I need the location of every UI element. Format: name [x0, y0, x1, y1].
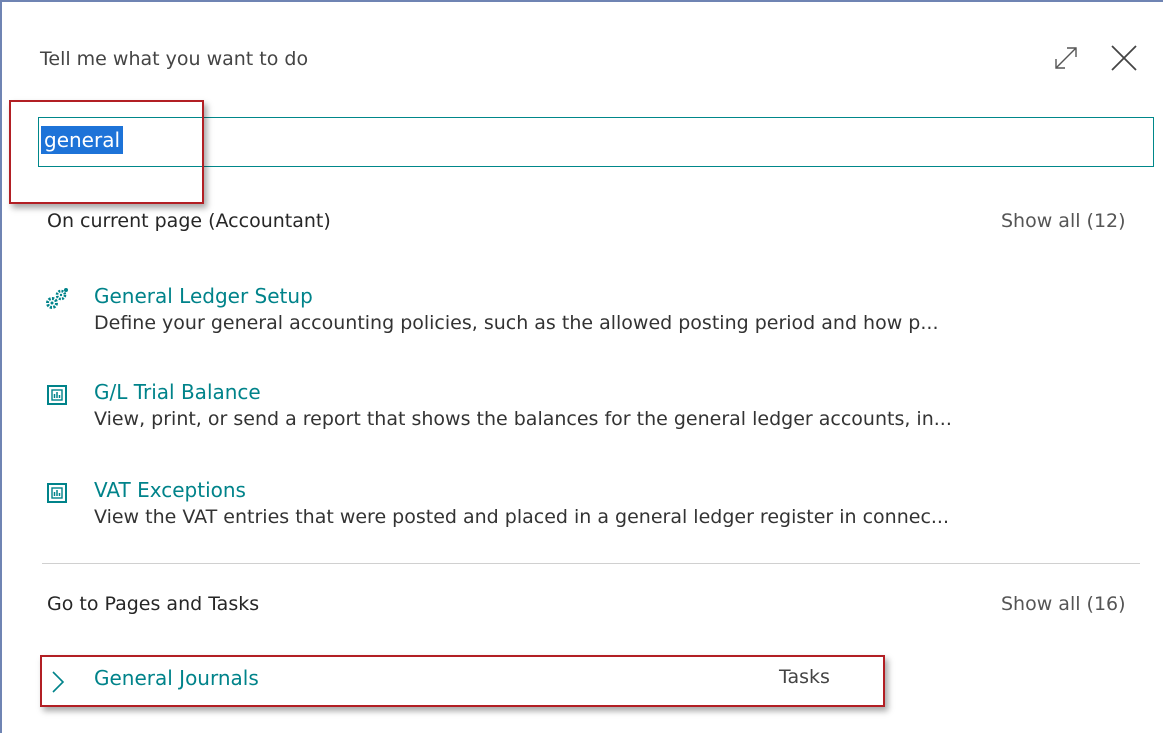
- expand-icon[interactable]: [1052, 44, 1080, 72]
- result-description: View, print, or send a report that shows…: [94, 408, 952, 430]
- section-title-current-page: On current page (Accountant): [47, 210, 331, 232]
- panel-title: Tell me what you want to do: [40, 48, 309, 70]
- task-row-general-journals[interactable]: General Journals Tasks: [44, 664, 874, 698]
- search-box[interactable]: general: [38, 117, 1154, 167]
- gear-cluster-icon: [46, 288, 68, 309]
- result-title[interactable]: VAT Exceptions: [94, 478, 246, 502]
- search-input[interactable]: general: [41, 126, 124, 154]
- close-icon[interactable]: [1108, 42, 1140, 74]
- show-all-current-page-link[interactable]: Show all (12): [1001, 210, 1126, 232]
- task-title[interactable]: General Journals: [94, 666, 259, 690]
- result-description: View the VAT entries that were posted an…: [94, 506, 950, 528]
- window-border-left: [0, 0, 2, 733]
- section-divider: [42, 563, 1140, 564]
- window-border-top: [0, 0, 1163, 2]
- result-description: Define your general accounting policies,…: [94, 312, 939, 334]
- chevron-right-icon[interactable]: [50, 670, 66, 694]
- report-icon: [47, 483, 67, 503]
- task-category: Tasks: [779, 666, 830, 688]
- section-title-pages-tasks: Go to Pages and Tasks: [47, 593, 260, 615]
- report-icon: [47, 385, 67, 405]
- result-title[interactable]: G/L Trial Balance: [94, 380, 261, 404]
- result-title[interactable]: General Ledger Setup: [94, 284, 313, 308]
- show-all-pages-tasks-link[interactable]: Show all (16): [1001, 593, 1126, 615]
